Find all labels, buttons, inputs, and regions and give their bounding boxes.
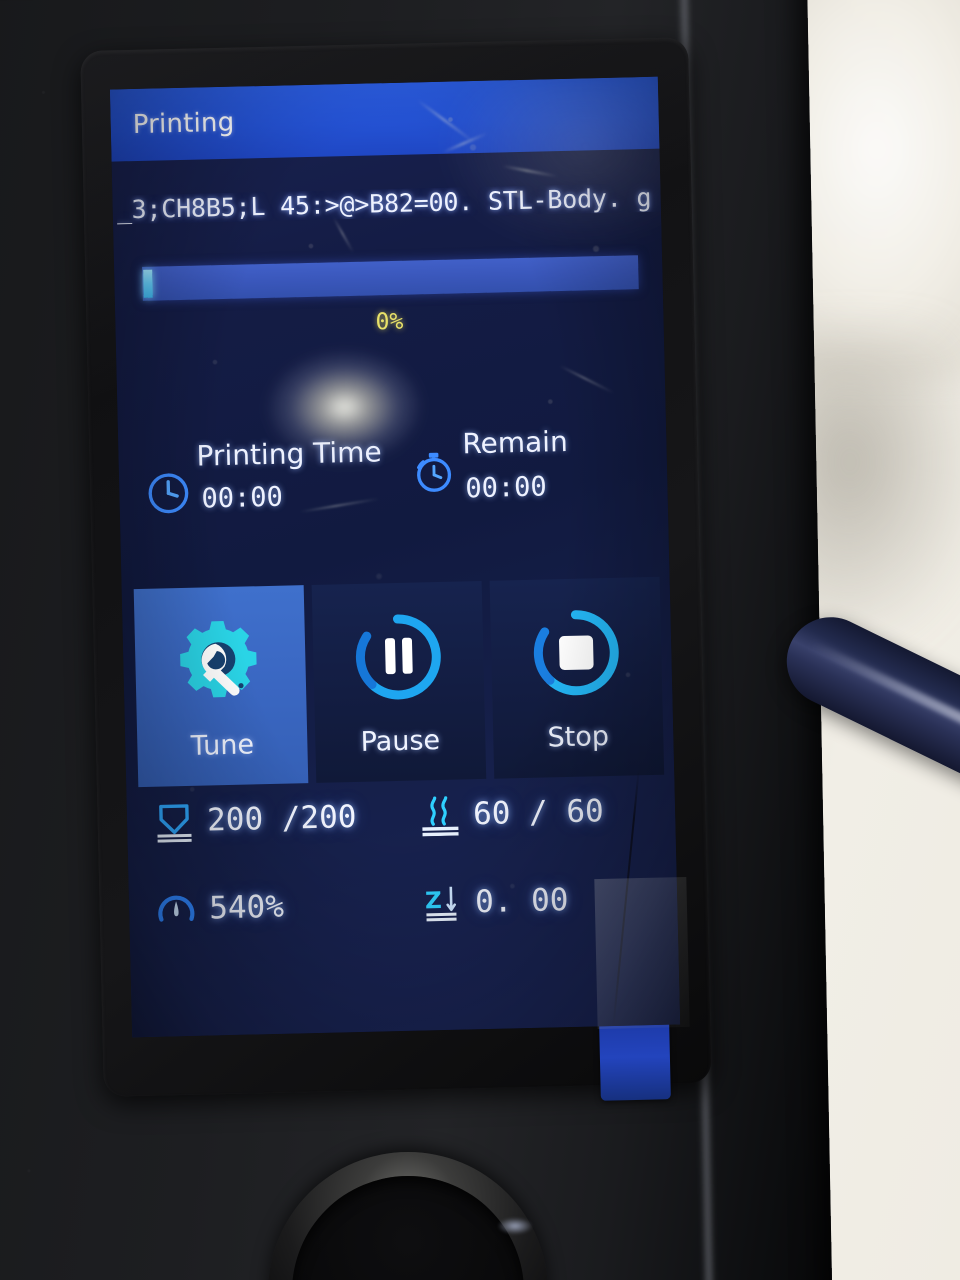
title-bar: Printing	[109, 76, 660, 162]
clock-icon	[145, 470, 192, 517]
printing-time-label: Printing Time	[196, 435, 383, 473]
lcd-screen: Printing _3;CH8B5;L 45:>@>B82=00. STL-Bo…	[109, 76, 681, 1038]
z-axis-icon: Z	[421, 881, 464, 924]
progress-percent-label: 0%	[375, 308, 404, 336]
pause-button-label: Pause	[360, 724, 441, 758]
time-row: Printing Time 00:00 Remain 00:00	[118, 425, 669, 562]
status-readouts: 200 /200 60 / 60 540% Z 0. 00	[127, 788, 679, 977]
extruder-icon	[153, 800, 196, 843]
screen-scratch	[559, 365, 615, 394]
heated-bed-icon	[419, 794, 462, 837]
nozzle-temp-cell[interactable]: 200 /200	[153, 796, 357, 843]
nozzle-temp-value: 200 /200	[206, 798, 357, 839]
knob-glint	[498, 1218, 532, 1234]
action-button-row: Tune Pause Stop	[133, 576, 667, 788]
pause-button[interactable]: Pause	[311, 580, 487, 783]
progress-bar-fill	[143, 269, 153, 298]
remain-time-label: Remain	[461, 424, 569, 461]
photo-scene: Printing _3;CH8B5;L 45:>@>B82=00. STL-Bo…	[0, 0, 960, 1280]
screen-scratch	[332, 217, 355, 254]
screen-scratch	[502, 164, 558, 178]
blue-sticker	[599, 1021, 671, 1101]
svg-text:Z: Z	[425, 888, 442, 914]
printing-time-value: 00:00	[201, 481, 284, 515]
bed-temp-value: 60 / 60	[472, 793, 605, 833]
z-height-value: 0. 00	[474, 882, 569, 921]
speed-gauge-icon	[155, 888, 198, 931]
stop-button-label: Stop	[547, 721, 610, 754]
tune-button-label: Tune	[190, 729, 255, 762]
remain-time-value: 00:00	[465, 471, 548, 505]
progress-bar	[142, 255, 639, 301]
z-height-cell[interactable]: Z 0. 00	[421, 879, 569, 924]
ui-root: Printing _3;CH8B5;L 45:>@>B82=00. STL-Bo…	[109, 76, 681, 1038]
status-row-speed-z: 540% Z 0. 00	[129, 876, 679, 977]
gear-wrench-icon	[173, 614, 267, 708]
tune-button[interactable]: Tune	[133, 585, 309, 788]
job-filename: _3;CH8B5;L 45:>@>B82=00. STL-Body. g	[116, 182, 652, 225]
status-row-temperatures: 200 /200 60 / 60	[127, 788, 677, 889]
stopwatch-icon	[410, 448, 457, 495]
pause-circle-icon	[351, 610, 445, 704]
speed-cell[interactable]: 540%	[155, 886, 285, 931]
page-title: Printing	[132, 107, 235, 141]
bed-temp-cell[interactable]: 60 / 60	[419, 790, 605, 837]
stop-circle-icon	[529, 606, 623, 700]
stop-button[interactable]: Stop	[489, 576, 665, 779]
speed-value: 540%	[208, 888, 285, 927]
